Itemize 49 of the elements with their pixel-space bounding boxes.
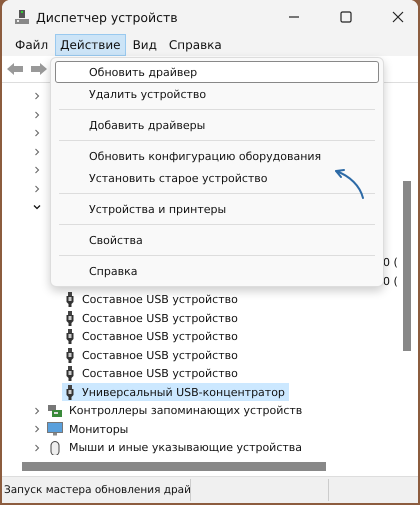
expand-chevron-icon[interactable] — [33, 148, 41, 156]
usb-plug-icon — [66, 348, 74, 363]
window-title: Диспетчер устройств — [36, 10, 178, 24]
expand-chevron-icon[interactable] — [33, 129, 41, 138]
usb-plug-icon — [66, 366, 74, 382]
tree-item[interactable]: Составное USB устройство — [62, 328, 242, 346]
menu-item[interactable]: Обновить конфигурацию оборудования — [55, 145, 379, 167]
menu-item[interactable]: Удалить устройство — [55, 83, 379, 105]
menu-item[interactable]: Устройства и принтеры — [55, 198, 379, 220]
usb-plug-icon — [66, 292, 74, 308]
status-text: Запуск мастера обновления драй — [3, 484, 191, 496]
usb-plug-icon — [66, 329, 74, 344]
tree-item[interactable]: Мыши и иные указывающие устройства — [69, 441, 302, 454]
usb-plug-icon — [66, 384, 74, 400]
menu-item[interactable]: Обновить драйвер — [55, 61, 379, 83]
tree-item-text: 0 ( — [383, 256, 398, 270]
computer-icon — [14, 9, 30, 25]
usb-plug-icon — [66, 310, 74, 326]
tree-item[interactable]: Контроллеры запоминающих устройств — [69, 404, 302, 418]
back-icon[interactable] — [6, 62, 24, 76]
tree-item[interactable]: Универсальный USB-концентратор — [62, 383, 289, 402]
expand-chevron-icon[interactable] — [33, 92, 41, 100]
expand-chevron-icon[interactable] — [33, 406, 41, 415]
monitor-icon — [47, 422, 63, 436]
storage-controller-icon — [47, 404, 63, 418]
collapse-chevron-icon[interactable] — [33, 203, 41, 212]
expand-chevron-icon[interactable] — [33, 166, 41, 174]
menu-item[interactable]: Установить старое устройство — [55, 167, 379, 189]
tree-item[interactable]: Составное USB устройство — [62, 290, 242, 309]
expand-chevron-icon[interactable] — [33, 184, 41, 193]
menu-item[interactable]: Свойства — [55, 229, 379, 251]
menu-item[interactable]: Вид — [128, 34, 162, 56]
tree-item[interactable]: Составное USB устройство — [62, 346, 242, 364]
tree-item[interactable]: Составное USB устройство — [62, 364, 242, 383]
maximize-icon[interactable] — [340, 11, 352, 23]
menu-item[interactable]: Справка — [55, 260, 379, 282]
tree-item[interactable]: Составное USB устройство — [62, 309, 242, 328]
tree-item-text: 0 ( — [383, 274, 398, 288]
expand-chevron-icon[interactable] — [33, 425, 41, 434]
annotation-arrow — [332, 166, 366, 200]
menu-item[interactable]: Файл — [10, 34, 54, 56]
menu-item[interactable]: Действие — [55, 34, 126, 56]
expand-chevron-icon[interactable] — [33, 110, 41, 119]
close-icon[interactable] — [392, 11, 404, 23]
expand-chevron-icon[interactable] — [33, 444, 41, 452]
menu-item[interactable]: Справка — [164, 34, 227, 56]
menu-item[interactable]: Добавить драйверы — [55, 114, 379, 136]
tree-item[interactable]: Мониторы — [69, 422, 128, 436]
forward-icon[interactable] — [30, 62, 48, 76]
